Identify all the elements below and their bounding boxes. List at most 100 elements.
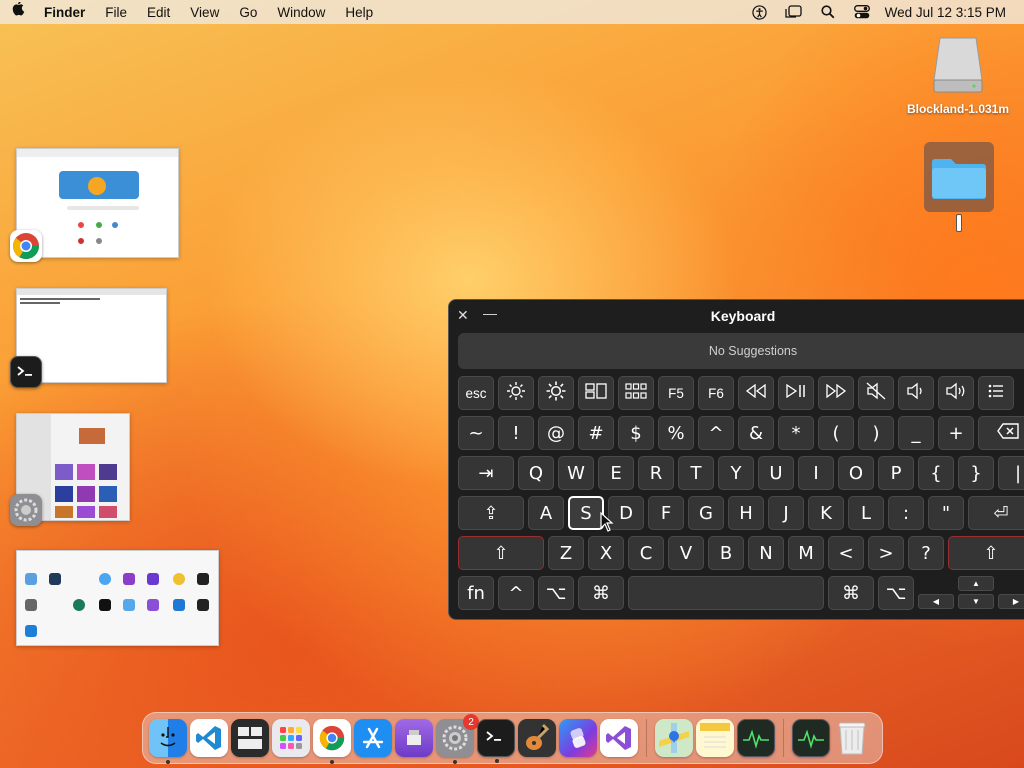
key-m[interactable]: M — [788, 536, 824, 570]
menu-file[interactable]: File — [95, 5, 137, 20]
key-p[interactable]: P — [878, 456, 914, 490]
key-tab[interactable]: ⇥ — [458, 456, 514, 490]
key-j[interactable]: J — [768, 496, 804, 530]
activity-monitor-icon[interactable] — [792, 719, 830, 757]
key-ampersand[interactable]: & — [738, 416, 774, 450]
menu-clock[interactable]: Wed Jul 12 3:15 PM — [879, 5, 1024, 20]
key-r[interactable]: R — [638, 456, 674, 490]
key-right-paren[interactable]: ) — [858, 416, 894, 450]
key-right-brace[interactable]: } — [958, 456, 994, 490]
key-question[interactable]: ? — [908, 536, 944, 570]
vscode-icon[interactable] — [190, 719, 228, 757]
key-c[interactable]: C — [628, 536, 664, 570]
key-return[interactable]: ⏎ — [968, 496, 1024, 530]
key-w[interactable]: W — [558, 456, 594, 490]
key-delete[interactable] — [978, 416, 1024, 450]
stage-manager-icon[interactable] — [777, 5, 811, 19]
key-percent[interactable]: % — [658, 416, 694, 450]
menu-view[interactable]: View — [180, 5, 229, 20]
chrome-icon[interactable] — [313, 719, 351, 764]
terminal-icon[interactable] — [10, 356, 42, 388]
podcasts-icon[interactable] — [395, 719, 433, 757]
chrome-icon[interactable] — [10, 230, 42, 262]
key-launchpad[interactable] — [618, 376, 654, 410]
key-t[interactable]: T — [678, 456, 714, 490]
key-left-command[interactable]: ⌘ — [578, 576, 624, 610]
key-o[interactable]: O — [838, 456, 874, 490]
desktop-folder[interactable] — [924, 142, 994, 212]
launchpad-icon[interactable] — [272, 719, 310, 757]
key-at[interactable]: @ — [538, 416, 574, 450]
terminal-icon[interactable] — [477, 719, 515, 763]
menu-go[interactable]: Go — [229, 5, 267, 20]
visual-studio-icon[interactable] — [600, 719, 638, 757]
key-v[interactable]: V — [668, 536, 704, 570]
key-right-option[interactable]: ⌥ — [878, 576, 914, 610]
key-h[interactable]: H — [728, 496, 764, 530]
key-left-paren[interactable]: ( — [818, 416, 854, 450]
key-n[interactable]: N — [748, 536, 784, 570]
key-volume-down[interactable] — [898, 376, 934, 410]
key-mission-control[interactable] — [578, 376, 614, 410]
key-dollar[interactable]: $ — [618, 416, 654, 450]
key-exclamation[interactable]: ! — [498, 416, 534, 450]
key-f5[interactable]: F5 — [658, 376, 694, 410]
mission-control-icon[interactable] — [231, 719, 269, 757]
key-play-pause[interactable] — [778, 376, 814, 410]
garageband-icon[interactable] — [518, 719, 556, 757]
key-e[interactable]: E — [598, 456, 634, 490]
key-a[interactable]: A — [528, 496, 564, 530]
settings-icon[interactable] — [10, 494, 42, 526]
key-right-shift[interactable]: ⇧ — [948, 536, 1024, 570]
settings-icon[interactable]: 2 — [436, 714, 479, 764]
key-caret[interactable]: ^ — [698, 416, 734, 450]
key-arrow-left[interactable]: ◀ — [918, 594, 954, 609]
key-u[interactable]: U — [758, 456, 794, 490]
key-b[interactable]: B — [708, 536, 744, 570]
key-y[interactable]: Y — [718, 456, 754, 490]
key-fast-forward[interactable] — [818, 376, 854, 410]
spotlight-search-icon[interactable] — [811, 5, 845, 19]
key-fn[interactable]: fn — [458, 576, 494, 610]
key-asterisk[interactable]: * — [778, 416, 814, 450]
menu-window[interactable]: Window — [267, 5, 335, 20]
control-center-icon[interactable] — [845, 5, 879, 19]
key-i[interactable]: I — [798, 456, 834, 490]
apple-menu-icon[interactable] — [0, 1, 38, 22]
key-colon[interactable]: : — [888, 496, 924, 530]
key-control[interactable]: ^ — [498, 576, 534, 610]
key-left-shift[interactable]: ⇧ — [458, 536, 544, 570]
drag-handle[interactable] — [956, 214, 962, 232]
key-brightness-up[interactable] — [538, 376, 574, 410]
key-rewind[interactable] — [738, 376, 774, 410]
key-g[interactable]: G — [688, 496, 724, 530]
key-mute[interactable] — [858, 376, 894, 410]
key-f[interactable]: F — [648, 496, 684, 530]
key-f6[interactable]: F6 — [698, 376, 734, 410]
key-pipe[interactable]: | — [998, 456, 1024, 490]
key-list[interactable] — [978, 376, 1014, 410]
key-q[interactable]: Q — [518, 456, 554, 490]
key-hash[interactable]: # — [578, 416, 614, 450]
key-greater-than[interactable]: > — [868, 536, 904, 570]
key-plus[interactable]: + — [938, 416, 974, 450]
maps-icon[interactable] — [655, 719, 693, 757]
key-brightness-down[interactable] — [498, 376, 534, 410]
key-s[interactable]: S — [568, 496, 604, 530]
app-store-icon[interactable] — [354, 719, 392, 757]
shortcuts-icon[interactable] — [559, 719, 597, 757]
accessibility-icon[interactable] — [743, 4, 777, 20]
key-l[interactable]: L — [848, 496, 884, 530]
notes-icon[interactable] — [696, 719, 734, 757]
key-arrow-up[interactable]: ▲ — [958, 576, 994, 591]
activity-monitor-icon[interactable] — [737, 719, 775, 757]
key-quote[interactable]: " — [928, 496, 964, 530]
key-underscore[interactable]: _ — [898, 416, 934, 450]
menu-app-name[interactable]: Finder — [38, 5, 95, 20]
menu-help[interactable]: Help — [335, 5, 383, 20]
menu-edit[interactable]: Edit — [137, 5, 180, 20]
key-arrow-down[interactable]: ▼ — [958, 594, 994, 609]
key-less-than[interactable]: < — [828, 536, 864, 570]
key-left-brace[interactable]: { — [918, 456, 954, 490]
desktop-drive[interactable]: Blockland-1.031m — [902, 34, 1014, 116]
